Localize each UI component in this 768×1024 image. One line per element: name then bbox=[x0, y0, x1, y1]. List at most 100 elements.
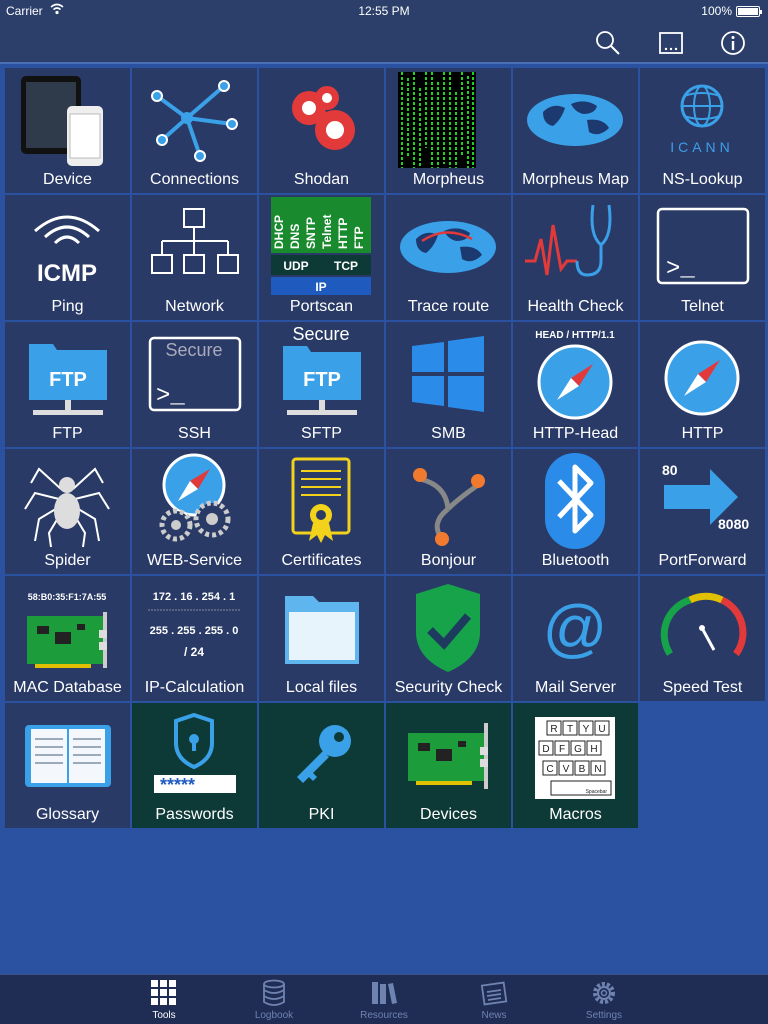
tab-label: Resources bbox=[360, 1010, 408, 1021]
ip-calc-icon: 172 . 16 . 254 . 1 255 . 255 . 255 . 0 /… bbox=[148, 591, 240, 659]
compass-icon bbox=[664, 340, 740, 416]
tile-label: SSH bbox=[178, 425, 211, 442]
tile-shodan[interactable]: Shodan bbox=[259, 68, 384, 193]
key-c: C bbox=[546, 764, 553, 775]
tile-morpheus-map[interactable]: Morpheus Map bbox=[513, 68, 638, 193]
tile-label: Speed Test bbox=[662, 679, 743, 696]
tile-label: Ping bbox=[51, 298, 84, 315]
tab-tools[interactable]: Tools bbox=[124, 975, 204, 1024]
tile-ftp[interactable]: FTP FTP bbox=[5, 322, 130, 447]
tile-morpheus[interactable]: Morpheus bbox=[386, 68, 511, 193]
windows-icon bbox=[412, 336, 484, 412]
tile-smb[interactable]: SMB bbox=[386, 322, 511, 447]
icann-globe-icon: ICANN bbox=[670, 84, 730, 155]
tile-label: Morpheus bbox=[412, 171, 485, 188]
tile-trace-route[interactable]: Trace route bbox=[386, 195, 511, 320]
proto-sntp: SNTP bbox=[304, 217, 318, 249]
proto-ip: IP bbox=[315, 280, 326, 294]
tile-label: Network bbox=[165, 298, 224, 315]
tile-http-head[interactable]: HEAD / HTTP/1.1 HTTP-Head bbox=[513, 322, 638, 447]
database-icon bbox=[263, 979, 285, 1006]
tile-label: Passwords bbox=[155, 806, 234, 823]
tile-ping[interactable]: ICMP Ping bbox=[5, 195, 130, 320]
tile-certificates[interactable]: Certificates bbox=[259, 449, 384, 574]
battery-percent: 100% bbox=[701, 4, 732, 18]
tile-network[interactable]: Network bbox=[132, 195, 257, 320]
tile-pki[interactable]: PKI bbox=[259, 703, 384, 828]
tile-ssh[interactable]: Secure >_ SSH bbox=[132, 322, 257, 447]
tile-label: Mail Server bbox=[535, 679, 616, 696]
tile-glossary[interactable]: Glossary bbox=[5, 703, 130, 828]
key-spacebar: Spacebar bbox=[586, 789, 608, 795]
tile-label: IP-Calculation bbox=[144, 679, 245, 696]
tile-devices[interactable]: Devices bbox=[386, 703, 511, 828]
tile-http[interactable]: HTTP bbox=[640, 322, 765, 447]
key-v: V bbox=[563, 764, 570, 775]
tile-passwords[interactable]: ***** Passwords bbox=[132, 703, 257, 828]
tile-bluetooth[interactable]: Bluetooth bbox=[513, 449, 638, 574]
tile-local-files[interactable]: Local files bbox=[259, 576, 384, 701]
tab-resources[interactable]: Resources bbox=[344, 975, 424, 1024]
tab-news[interactable]: News bbox=[454, 975, 534, 1024]
search-button[interactable] bbox=[593, 28, 623, 58]
tile-label: FTP bbox=[52, 425, 83, 442]
tab-label: Logbook bbox=[254, 1010, 294, 1021]
tile-label: Shodan bbox=[293, 171, 350, 188]
tile-sftp[interactable]: Secure FTP SFTP bbox=[259, 322, 384, 447]
tile-device[interactable]: Device bbox=[5, 68, 130, 193]
safari-compass-icon: HEAD / HTTP/1.1 bbox=[535, 330, 615, 420]
tile-bonjour[interactable]: Bonjour bbox=[386, 449, 511, 574]
tab-settings[interactable]: Settings bbox=[564, 975, 644, 1024]
key-n: N bbox=[594, 764, 601, 775]
tile-macros[interactable]: R T Y U D F G H C V B N Spacebar Macros bbox=[513, 703, 638, 828]
tile-web-service[interactable]: WEB-Service bbox=[132, 449, 257, 574]
icmp-text: ICMP bbox=[37, 260, 97, 287]
tab-label: Tools bbox=[152, 1010, 176, 1021]
tile-portforward[interactable]: 80 8080 PortForward bbox=[640, 449, 765, 574]
bonjour-icon bbox=[413, 468, 485, 546]
key-h: H bbox=[590, 744, 597, 755]
proto-http: HTTP bbox=[336, 218, 350, 249]
cidr-text: / 24 bbox=[184, 645, 204, 659]
tab-logbook[interactable]: Logbook bbox=[234, 975, 314, 1024]
tile-portscan[interactable]: DHCP DNS SNTP Telnet HTTP FTP UDP TCP IP… bbox=[259, 195, 384, 320]
tile-label: PKI bbox=[308, 806, 335, 823]
info-button[interactable] bbox=[718, 28, 748, 58]
tile-speed-test[interactable]: Speed Test bbox=[640, 576, 765, 701]
ftp-text: FTP bbox=[49, 369, 87, 391]
gear-icon bbox=[593, 982, 615, 1004]
proto-telnet: Telnet bbox=[320, 215, 334, 249]
books-icon bbox=[372, 982, 397, 1004]
tile-health-check[interactable]: Health Check bbox=[513, 195, 638, 320]
tile-ip-calculation[interactable]: 172 . 16 . 254 . 1 255 . 255 . 255 . 0 /… bbox=[132, 576, 257, 701]
password-stars: ***** bbox=[160, 775, 195, 795]
info-icon bbox=[721, 31, 745, 55]
tile-telnet[interactable]: >_ Telnet bbox=[640, 195, 765, 320]
ftp-text: FTP bbox=[303, 369, 341, 391]
ping-icon: ICMP bbox=[34, 215, 100, 287]
tools-grid: Device Connections Shodan Morpheus Morph… bbox=[5, 68, 765, 832]
tile-label: SMB bbox=[431, 425, 466, 442]
battery-icon bbox=[736, 6, 762, 17]
from-port: 80 bbox=[662, 462, 678, 478]
bluetooth-icon bbox=[545, 453, 605, 549]
network-card-icon bbox=[408, 723, 488, 789]
world-map-icon bbox=[527, 94, 623, 146]
tile-ns-lookup[interactable]: ICANN NS-Lookup bbox=[640, 68, 765, 193]
tile-label: Local files bbox=[285, 679, 358, 696]
tab-label: Settings bbox=[585, 1010, 623, 1021]
tile-mac-database[interactable]: 58:B0:35:F1:7A:55 MAC Database bbox=[5, 576, 130, 701]
key-icon bbox=[297, 725, 351, 783]
port-forward-arrow-icon: 80 8080 bbox=[662, 462, 749, 532]
tile-connections[interactable]: Connections bbox=[132, 68, 257, 193]
speedometer-icon bbox=[660, 592, 747, 657]
more-button[interactable] bbox=[656, 28, 686, 58]
tile-spider[interactable]: Spider bbox=[5, 449, 130, 574]
tile-label: WEB-Service bbox=[146, 552, 243, 569]
ip-text: 172 . 16 . 254 . 1 bbox=[153, 591, 236, 603]
password-shield-icon: ***** bbox=[154, 712, 236, 795]
tile-security-check[interactable]: Security Check bbox=[386, 576, 511, 701]
key-g: G bbox=[574, 744, 582, 755]
to-port: 8080 bbox=[718, 516, 749, 532]
tile-mail-server[interactable]: @ Mail Server bbox=[513, 576, 638, 701]
